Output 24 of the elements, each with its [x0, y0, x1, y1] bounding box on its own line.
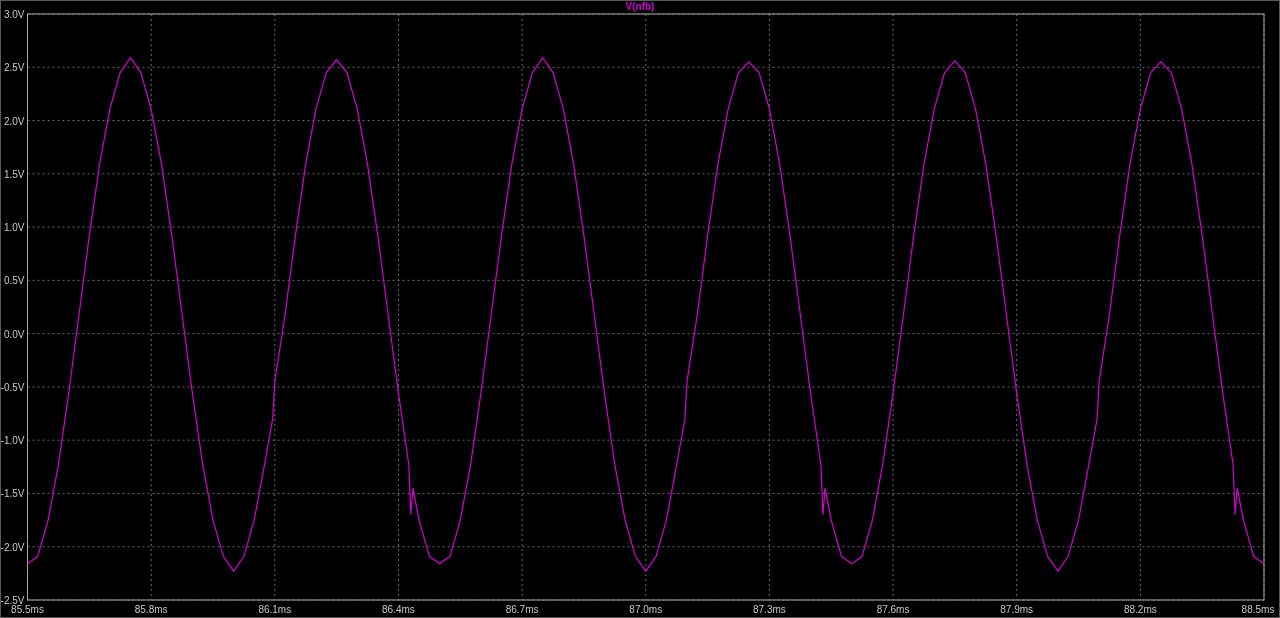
y-axis-tick-label: 1.5V	[3, 168, 25, 180]
y-axis-tick-label: -2.5V	[0, 595, 25, 606]
y-axis-tick-label: -1.0V	[0, 435, 25, 447]
y-axis-tick-label: -0.5V	[0, 381, 25, 393]
x-axis-tick-label: 86.1ms	[258, 604, 292, 615]
y-axis-tick-label: -1.5V	[0, 488, 25, 500]
y-axis-tick-label: -2.0V	[0, 541, 25, 553]
y-axis-tick-label: 1.0V	[3, 222, 25, 234]
x-axis-tick-label: 87.6ms	[876, 604, 910, 615]
x-axis-tick-label: 87.9ms	[1000, 604, 1034, 615]
y-axis-tick-label: 3.0V	[3, 9, 25, 20]
x-axis-tick-label: 88.2ms	[1123, 604, 1157, 615]
x-axis-tick-label: 85.5ms	[11, 604, 44, 615]
y-axis-tick-label: 0.5V	[3, 275, 25, 287]
x-axis-tick-label: 85.8ms	[134, 604, 168, 615]
trace-label[interactable]: V(nfb)	[625, 1, 655, 12]
x-axis-tick-label: 87.0ms	[629, 604, 663, 615]
y-axis-tick-label: 2.5V	[3, 62, 25, 74]
x-axis-tick-label: 88.5ms	[1241, 604, 1275, 615]
y-axis-tick-label: 0.0V	[3, 328, 25, 340]
x-axis-tick-label: 86.7ms	[505, 604, 539, 615]
x-axis-tick-label: 87.3ms	[753, 604, 786, 615]
x-axis-tick-label: 86.4ms	[382, 604, 415, 615]
y-axis-tick-label: 2.0V	[3, 115, 25, 127]
